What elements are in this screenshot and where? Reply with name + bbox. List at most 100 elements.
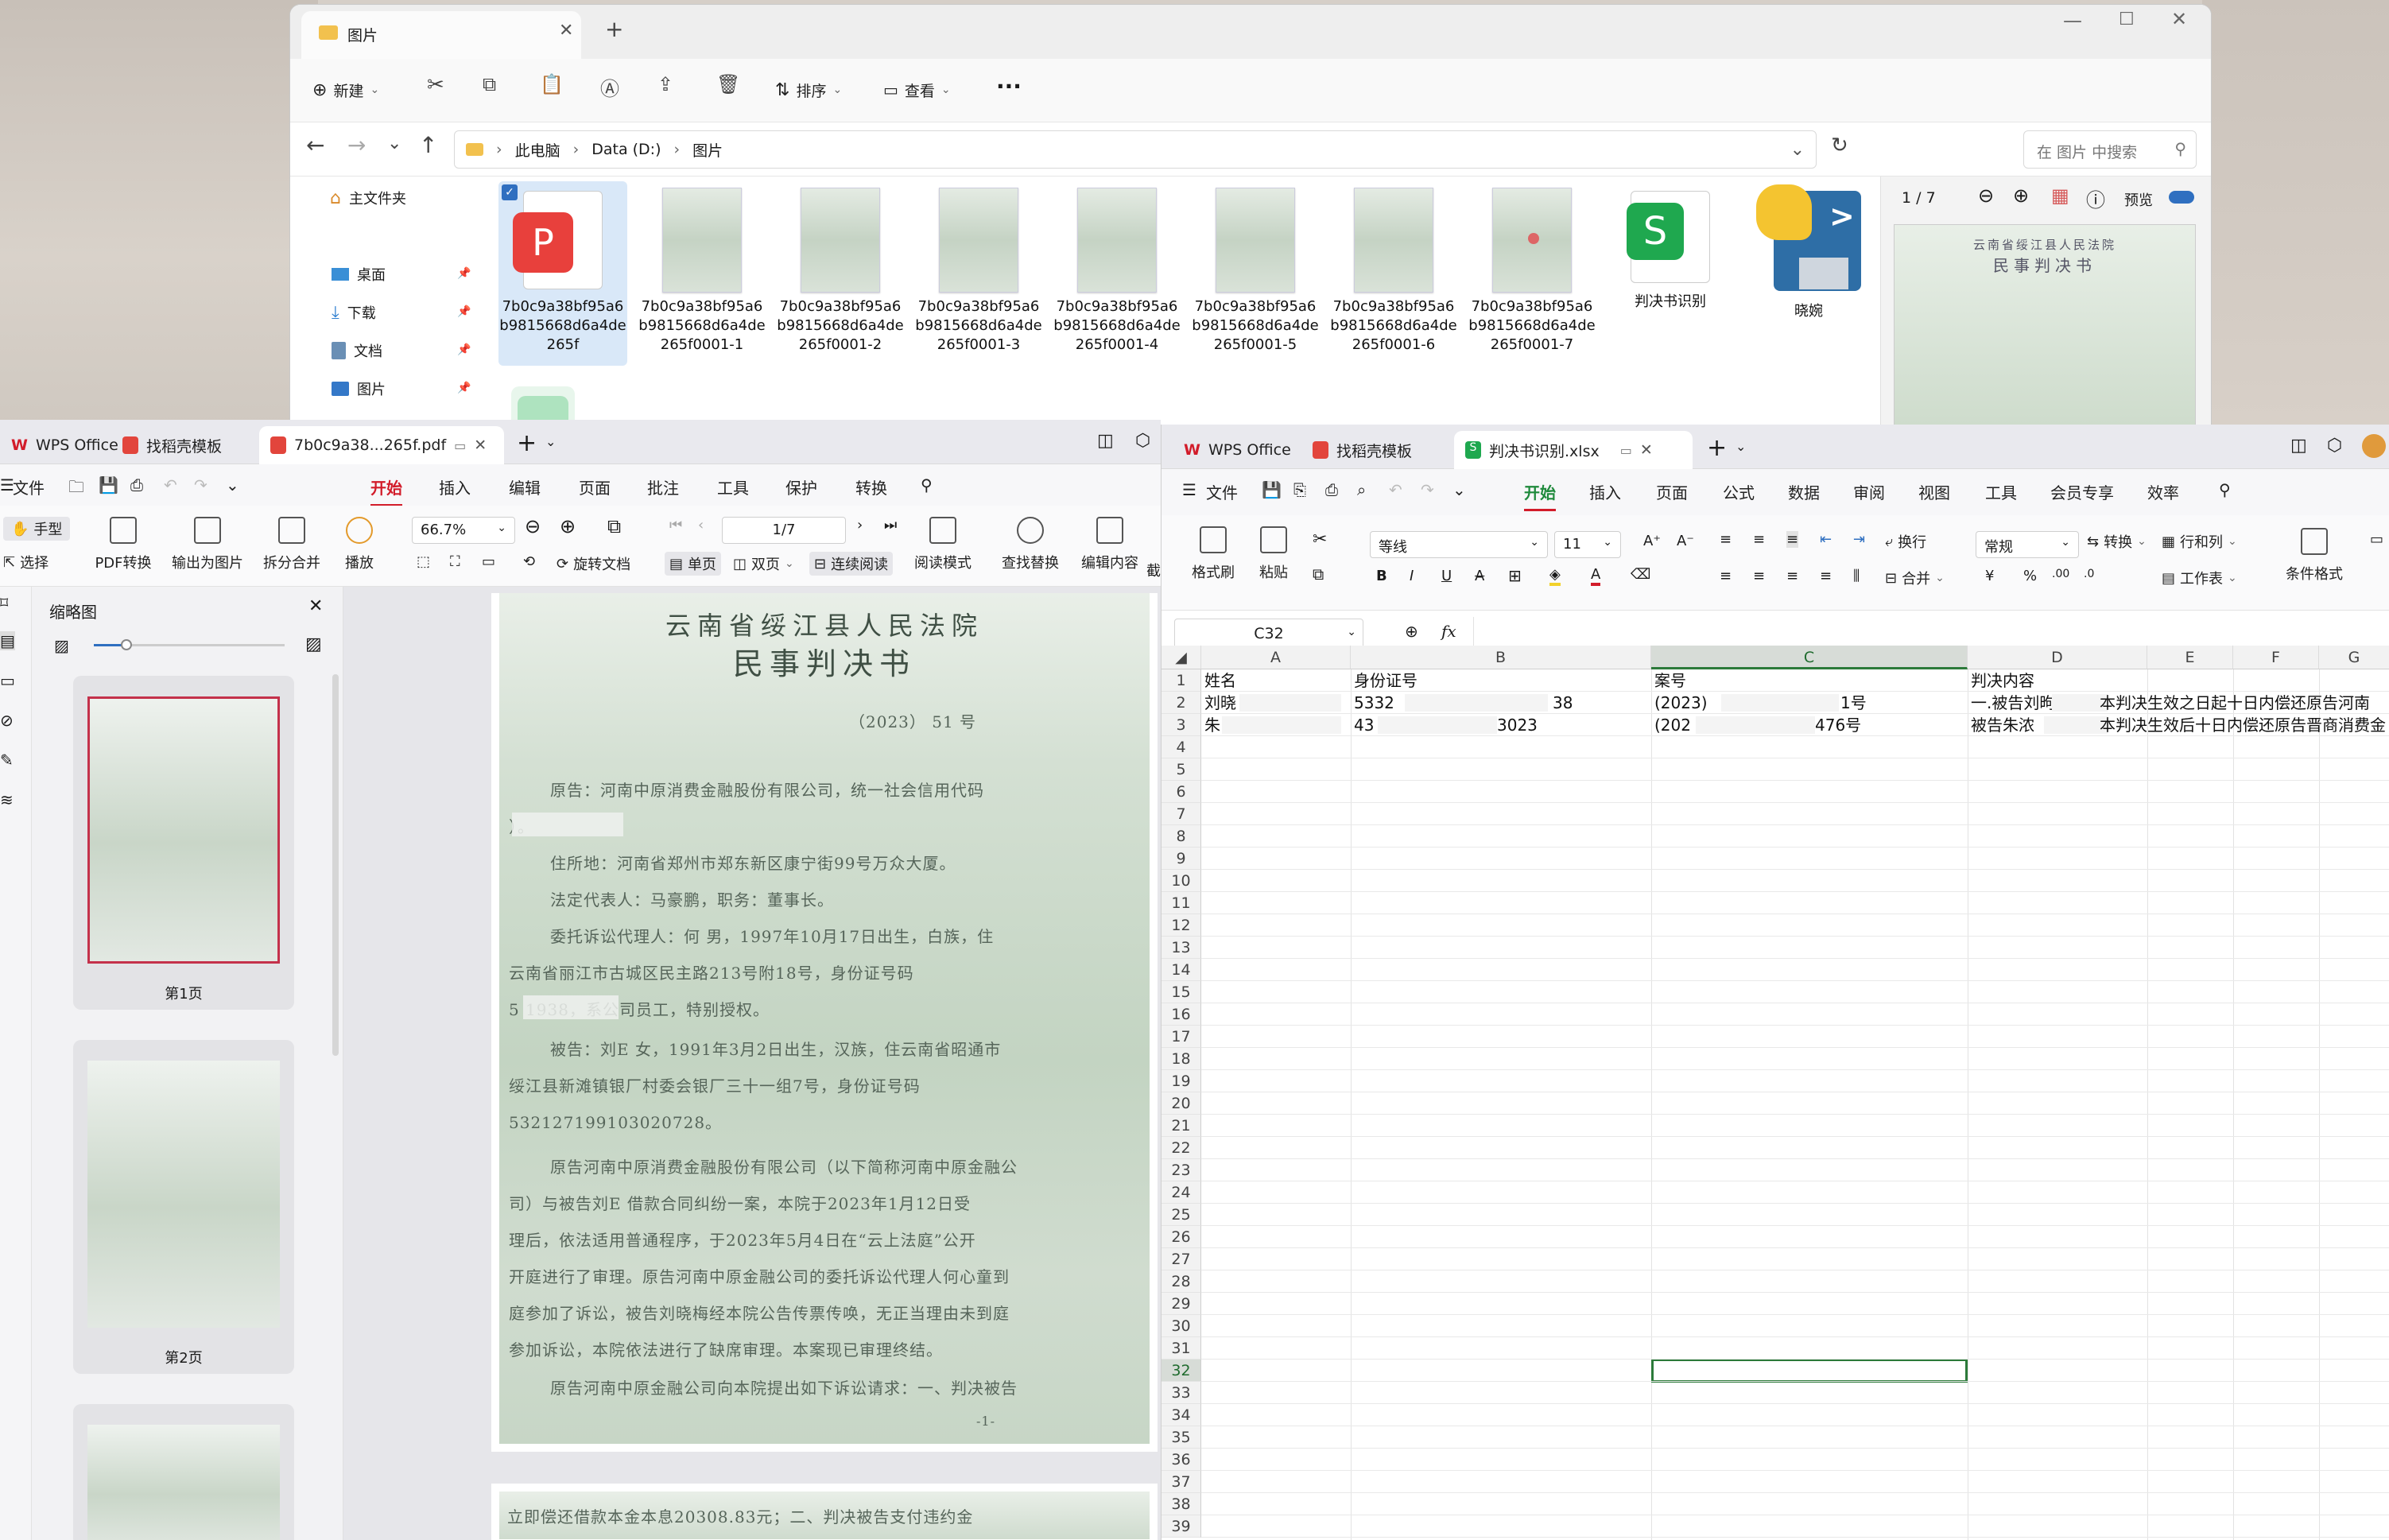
- column-header-g[interactable]: G: [2319, 646, 2389, 669]
- italic-icon[interactable]: I: [1410, 568, 1414, 584]
- row-header[interactable]: 7: [1162, 803, 1201, 825]
- indent-decrease-icon[interactable]: ⇤: [1820, 531, 1832, 548]
- share-icon[interactable]: ⇪: [657, 73, 673, 95]
- conditional-format-button[interactable]: 条件格式: [2275, 528, 2354, 584]
- cell-a2[interactable]: 刘晓: [1204, 692, 1236, 714]
- address-box[interactable]: › 此电脑 › Data (D:) › 图片 ⌄: [454, 130, 1817, 169]
- file-menu[interactable]: 文件: [1206, 480, 1238, 503]
- zoom-in-icon[interactable]: ⊕: [560, 515, 576, 537]
- search-icon[interactable]: ⚲: [2219, 480, 2231, 499]
- layout-icon[interactable]: ◫: [2290, 436, 2307, 456]
- edit-content-button[interactable]: 编辑内容: [1070, 517, 1150, 572]
- align-top-icon[interactable]: ≡: [1720, 531, 1732, 548]
- select-all-corner[interactable]: ◢: [1162, 646, 1201, 669]
- row-header[interactable]: 34: [1162, 1404, 1201, 1426]
- grid-icon[interactable]: ▦: [2051, 184, 2069, 207]
- file-item[interactable]: 7b0c9a38bf95a6b9815668d6a4de265f0001-6: [1329, 181, 1458, 366]
- distribute-icon[interactable]: ⫼: [1853, 568, 1860, 584]
- sidebar-item-pictures[interactable]: 图片: [332, 378, 386, 399]
- menu-page[interactable]: 页面: [1656, 480, 1688, 503]
- tab-template[interactable]: 找稻壳模板: [1301, 431, 1423, 469]
- worksheet-button[interactable]: ▤ 工作表 ⌄: [2162, 568, 2237, 588]
- undo-icon[interactable]: ↶: [164, 475, 177, 495]
- menu-page[interactable]: 页面: [579, 475, 611, 498]
- number-format-select[interactable]: 常规 ⌄: [1976, 531, 2079, 558]
- forward-arrow-icon[interactable]: →: [347, 132, 366, 158]
- sheet-grid[interactable]: 1 2 3 4 5 6 7 8 9 10 11 12 13 14 15 16 17 18 19 20 21 22 23 24 2…: [1162, 669, 2389, 1540]
- align-bottom-icon[interactable]: ≡: [1786, 531, 1799, 548]
- underline-icon[interactable]: U: [1441, 568, 1452, 584]
- zoom-out-icon[interactable]: ⊖: [525, 515, 541, 537]
- save-icon[interactable]: 💾: [1262, 480, 1282, 499]
- menu-member[interactable]: 会员专享: [2050, 480, 2114, 503]
- delete-icon[interactable]: 🗑: [716, 73, 740, 95]
- merge-button[interactable]: ⊟ 合并 ⌄: [1885, 568, 1945, 588]
- export-image-button[interactable]: 输出为图片: [164, 517, 251, 572]
- decrease-font-icon[interactable]: A⁻: [1677, 533, 1694, 549]
- redo-icon[interactable]: ↷: [1421, 480, 1434, 499]
- row-header[interactable]: 22: [1162, 1137, 1201, 1159]
- cell-c3[interactable]: (202: [1654, 714, 1691, 736]
- convert-button[interactable]: ⇆ 转换 ⌄: [2087, 531, 2147, 552]
- row-header[interactable]: 35: [1162, 1426, 1201, 1449]
- file-item[interactable]: 7b0c9a38bf95a6b9815668d6a4de265f0001-7: [1468, 181, 1596, 366]
- bookmark-icon[interactable]: ⌑: [0, 593, 8, 612]
- menu-view[interactable]: 视图: [1918, 480, 1950, 503]
- wrap-text-button[interactable]: ⤶ 换行: [1885, 531, 1926, 552]
- cell-b1[interactable]: 身份证号: [1354, 669, 1417, 692]
- row-header[interactable]: 8: [1162, 825, 1201, 848]
- view-button[interactable]: ▭ 查看 ⌄: [883, 72, 951, 108]
- menu-tools[interactable]: 工具: [1985, 480, 2017, 503]
- row-header[interactable]: 28: [1162, 1270, 1201, 1293]
- currency-icon[interactable]: ¥: [1985, 568, 1994, 584]
- row-header[interactable]: 11: [1162, 892, 1201, 914]
- print-icon[interactable]: ⎙: [1325, 480, 1338, 499]
- help-icon[interactable]: ⓘ: [2086, 184, 2105, 212]
- double-page-button[interactable]: ◫ 双页 ⌄: [733, 553, 794, 574]
- pin-icon[interactable]: 📌: [457, 382, 471, 394]
- cell-a3[interactable]: 朱: [1204, 714, 1220, 736]
- signature-icon[interactable]: ✎: [0, 751, 14, 770]
- menu-insert[interactable]: 插入: [439, 475, 471, 498]
- single-page-button[interactable]: ▤ 单页: [665, 552, 722, 576]
- row-header[interactable]: 39: [1162, 1515, 1201, 1538]
- cell-c2[interactable]: (2023): [1654, 692, 1708, 714]
- row-header[interactable]: 1: [1162, 669, 1201, 692]
- font-select[interactable]: 等线 ⌄: [1370, 531, 1548, 558]
- layout-icon[interactable]: ◫: [1097, 431, 1114, 451]
- rotate-icon[interactable]: ⟲: [523, 553, 535, 570]
- large-image-icon[interactable]: ▨: [305, 634, 322, 654]
- increase-font-icon[interactable]: A⁺: [1643, 533, 1661, 549]
- find-replace-button[interactable]: 查找替换: [991, 517, 1070, 572]
- row-header[interactable]: 14: [1162, 959, 1201, 981]
- small-image-icon[interactable]: ▨: [54, 636, 69, 655]
- column-header-c[interactable]: C: [1651, 646, 1968, 669]
- more-options-icon[interactable]: ···: [996, 73, 1022, 99]
- split-merge-button[interactable]: 拆分合并: [248, 517, 335, 572]
- more-icon[interactable]: ▭: [2370, 531, 2383, 548]
- column-header-e[interactable]: E: [2147, 646, 2233, 669]
- indent-increase-icon[interactable]: ⇥: [1853, 531, 1865, 548]
- cut-icon[interactable]: ✂: [427, 73, 444, 97]
- avatar[interactable]: [2362, 434, 2386, 458]
- bold-icon[interactable]: B: [1376, 568, 1387, 584]
- pdf-convert-button[interactable]: PDF转换: [80, 517, 167, 572]
- zoom-out-icon[interactable]: ⊖: [1978, 184, 1994, 207]
- select-tool-button[interactable]: ⇱ 选择: [3, 552, 48, 572]
- cell-d1[interactable]: 判决内容: [1971, 669, 2034, 692]
- row-header[interactable]: 18: [1162, 1048, 1201, 1070]
- row-header[interactable]: 26: [1162, 1226, 1201, 1248]
- sidebar-item-home[interactable]: ⌂ 主文件夹: [330, 188, 406, 208]
- strikethrough-icon[interactable]: A: [1475, 568, 1484, 584]
- row-header[interactable]: 24: [1162, 1181, 1201, 1204]
- menu-start[interactable]: 开始: [370, 475, 402, 506]
- cell-a1[interactable]: 姓名: [1204, 669, 1236, 692]
- border-icon[interactable]: ⊞: [1508, 566, 1522, 585]
- last-page-icon[interactable]: ⏭: [884, 517, 897, 533]
- sidebar-item-downloads[interactable]: ⤓ 下载: [332, 302, 376, 323]
- rows-cols-button[interactable]: ▦ 行和列 ⌄: [2162, 531, 2237, 552]
- row-header[interactable]: 3: [1162, 714, 1201, 736]
- close-window-icon[interactable]: ✕: [2171, 8, 2187, 30]
- name-box[interactable]: C32 ⌄: [1174, 619, 1363, 649]
- row-header[interactable]: 27: [1162, 1248, 1201, 1270]
